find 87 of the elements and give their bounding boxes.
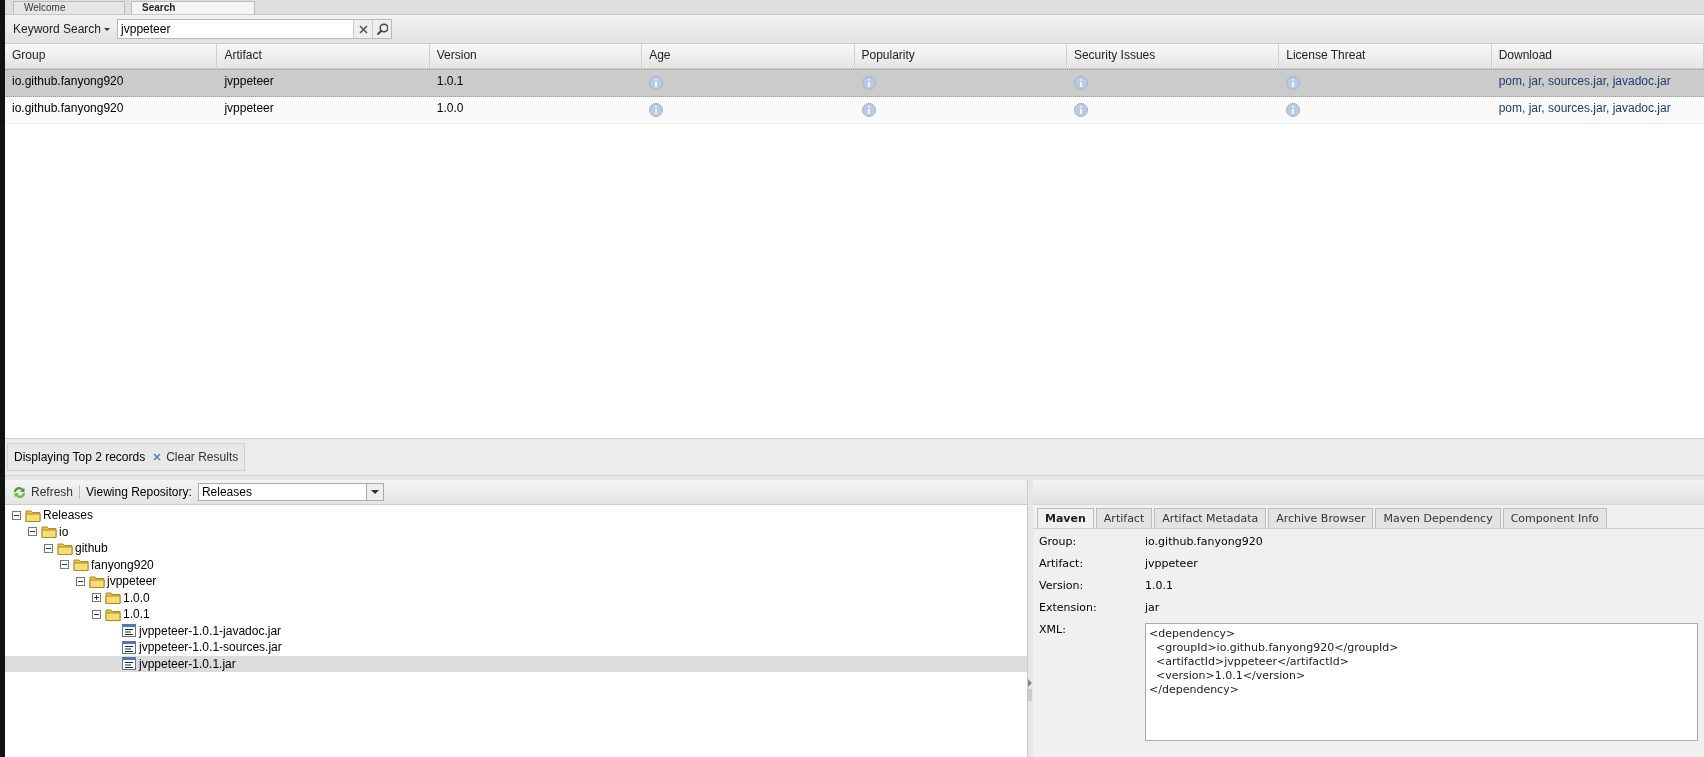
table-cell-text: 1.0.1 bbox=[435, 73, 465, 90]
tab[interactable]: Maven bbox=[1037, 508, 1094, 528]
info-icon bbox=[1073, 76, 1088, 90]
tree-node[interactable]: jvppeteer-1.0.1-javadoc.jar bbox=[5, 622, 1027, 639]
field-label: XML: bbox=[1039, 623, 1067, 636]
field-label: Extension: bbox=[1039, 601, 1098, 614]
column-header[interactable]: Security Issues bbox=[1066, 44, 1280, 68]
column-header[interactable]: Popularity bbox=[854, 44, 1067, 68]
folder-icon bbox=[73, 557, 89, 573]
tab[interactable]: Artifact bbox=[1095, 508, 1153, 528]
download-links[interactable]: pom, jar, sources.jar, javadoc.jar bbox=[1491, 97, 1704, 126]
folder-icon bbox=[57, 540, 73, 556]
column-header[interactable]: Group bbox=[5, 44, 218, 68]
collapse-icon[interactable] bbox=[76, 576, 85, 586]
folder-icon bbox=[89, 573, 105, 589]
tree-node[interactable]: Releases bbox=[5, 507, 1027, 524]
download-links[interactable]: pom, jar, sources.jar, javadoc.jar bbox=[1491, 70, 1704, 99]
expand-icon[interactable] bbox=[92, 593, 101, 603]
tab[interactable]: Component Info bbox=[1502, 508, 1607, 528]
search-mode-dropdown[interactable]: Keyword Search bbox=[10, 20, 114, 38]
info-icon bbox=[649, 76, 664, 90]
info-icon bbox=[861, 76, 876, 90]
file-icon bbox=[121, 639, 137, 655]
caret-icon bbox=[370, 490, 379, 494]
table-cell-text: jvppeteer bbox=[223, 73, 275, 90]
file-icon bbox=[121, 623, 137, 639]
field-label: Version: bbox=[1039, 579, 1085, 592]
clear-button[interactable] bbox=[353, 20, 373, 38]
table-cell-text: io.github.fanyong920 bbox=[11, 73, 125, 90]
caret-icon bbox=[104, 27, 111, 31]
info-icon bbox=[649, 103, 664, 117]
folder-icon bbox=[25, 507, 41, 523]
repository-dropdown[interactable]: Releases bbox=[197, 483, 384, 501]
tree-node[interactable]: jvppeteer bbox=[5, 573, 1027, 590]
tree-node[interactable]: 1.0.1 bbox=[5, 606, 1027, 623]
result-row[interactable]: io.github.fanyong920 jvppeteer 1.0.1 pom, jar, sources.jar, javadoc.jar bbox=[5, 69, 1704, 97]
tree-node[interactable]: 1.0.0 bbox=[5, 589, 1027, 606]
refresh-button[interactable]: Refresh bbox=[11, 484, 74, 500]
info-icon bbox=[1286, 76, 1301, 90]
tree-node[interactable]: github bbox=[5, 540, 1027, 557]
file-icon bbox=[121, 656, 137, 672]
collapse-icon[interactable] bbox=[28, 527, 37, 537]
tab[interactable]: Maven Dependency bbox=[1375, 508, 1501, 528]
close-icon bbox=[153, 453, 162, 461]
collapse-handle-icon[interactable] bbox=[1028, 679, 1032, 701]
table-cell-text: jvppeteer bbox=[223, 100, 275, 117]
info-icon bbox=[1073, 103, 1088, 117]
table-cell-text: io.github.fanyong920 bbox=[11, 100, 125, 117]
collapse-icon[interactable] bbox=[92, 609, 101, 619]
search-button[interactable] bbox=[372, 20, 392, 38]
folder-icon bbox=[105, 606, 121, 622]
folder-icon bbox=[41, 524, 57, 540]
tree-node[interactable]: jvppeteer-1.0.1.jar bbox=[5, 655, 1027, 672]
table-cell-text: 1.0.0 bbox=[435, 100, 465, 117]
info-icon bbox=[1286, 103, 1301, 117]
column-header[interactable]: License Threat bbox=[1279, 44, 1492, 68]
field-value: jar bbox=[1145, 601, 1161, 614]
search-field[interactable]: jvppeteer bbox=[117, 19, 393, 39]
xml-text-area[interactable]: <dependency> <groupId>io.github.fanyong920</groupId> <artifactId>jvppeteer</artifactId> <version>1.0.1</version> </dependency> bbox=[1145, 623, 1698, 741]
result-row[interactable]: io.github.fanyong920 jvppeteer 1.0.0 pom, jar, sources.jar, javadoc.jar bbox=[5, 97, 1704, 124]
tab[interactable]: Welcome bbox=[13, 1, 125, 14]
field-value: io.github.fanyong920 bbox=[1145, 535, 1264, 548]
collapse-icon[interactable] bbox=[44, 543, 53, 553]
collapse-icon[interactable] bbox=[60, 560, 69, 570]
column-header[interactable]: Age bbox=[642, 44, 855, 68]
search-icon bbox=[376, 23, 389, 35]
record-count: Displaying Top 2 records bbox=[14, 450, 146, 464]
clear-results-button[interactable]: Clear Results bbox=[153, 450, 239, 464]
tree-node[interactable]: jvppeteer-1.0.1-sources.jar bbox=[5, 639, 1027, 656]
collapse-icon[interactable] bbox=[12, 510, 21, 520]
tree-node[interactable]: fanyong920 bbox=[5, 556, 1027, 573]
tab[interactable]: Artifact Metadata bbox=[1154, 508, 1267, 528]
field-value: 1.0.1 bbox=[1145, 579, 1174, 592]
field-value: jvppeteer bbox=[1145, 557, 1199, 570]
tab[interactable]: Search bbox=[131, 1, 255, 14]
info-icon bbox=[861, 103, 876, 117]
close-icon bbox=[358, 24, 368, 34]
column-header[interactable]: Artifact bbox=[217, 44, 430, 68]
field-label: Artifact: bbox=[1039, 557, 1085, 570]
field-label: Group: bbox=[1039, 535, 1078, 548]
tree-node[interactable]: io bbox=[5, 523, 1027, 540]
column-header[interactable]: Version bbox=[429, 44, 643, 68]
folder-icon bbox=[105, 590, 121, 606]
refresh-icon bbox=[11, 484, 28, 500]
repository-label: Viewing Repository: bbox=[86, 485, 192, 499]
tab[interactable]: Archive Browser bbox=[1268, 508, 1374, 528]
column-header[interactable]: Download bbox=[1491, 44, 1704, 68]
